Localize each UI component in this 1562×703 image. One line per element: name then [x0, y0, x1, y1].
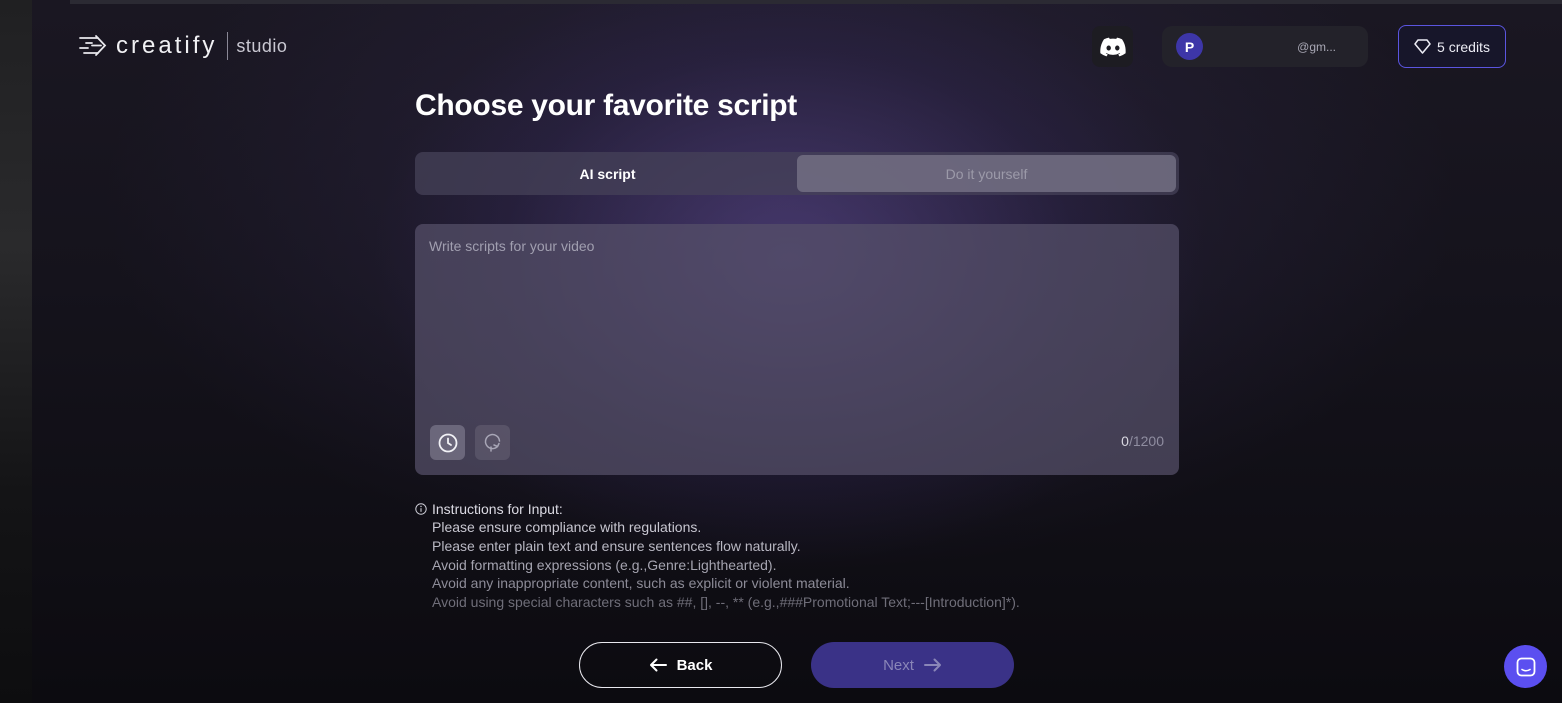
logo[interactable]: creatify studio	[78, 31, 287, 61]
diamond-icon	[1414, 39, 1431, 54]
logo-text: creatify	[116, 32, 218, 59]
script-mode-tabs: AI script Do it yourself	[415, 152, 1179, 195]
discord-icon	[1099, 37, 1126, 56]
instructions-heading-row: Instructions for Input:	[415, 500, 1020, 518]
discord-button[interactable]	[1092, 26, 1133, 67]
info-icon	[415, 503, 427, 515]
input-instructions: Instructions for Input: Please ensure co…	[415, 500, 1020, 612]
instruction-line: Avoid using special characters such as #…	[432, 594, 1020, 611]
back-label: Back	[676, 656, 713, 674]
instruction-line: Please enter plain text and ensure sente…	[432, 537, 801, 554]
arrow-right-icon	[923, 658, 941, 672]
next-label: Next	[883, 656, 914, 674]
credits-label: 5 credits	[1437, 38, 1490, 55]
top-divider	[70, 0, 1562, 4]
logo-separator	[227, 32, 229, 60]
script-editor	[415, 224, 1179, 475]
tab-do-it-yourself[interactable]: Do it yourself	[797, 155, 1176, 192]
instruction-line: Avoid any inappropriate content, such as…	[432, 575, 850, 592]
instruction-line: Please ensure compliance with regulation…	[432, 519, 702, 535]
avatar: P	[1176, 33, 1203, 60]
next-button[interactable]: Next	[811, 642, 1014, 688]
chat-icon	[1516, 657, 1535, 676]
creatify-logo-icon	[79, 35, 107, 56]
arrow-left-icon	[649, 658, 667, 672]
script-input[interactable]	[429, 238, 1165, 418]
character-count: 0	[1121, 433, 1129, 449]
refresh-icon	[484, 433, 500, 452]
tab-ai-script[interactable]: AI script	[418, 155, 797, 192]
support-chat-button[interactable]	[1504, 645, 1547, 688]
logo-studio-label: studio	[236, 35, 288, 56]
history-icon	[438, 433, 457, 452]
instructions-heading: Instructions for Input:	[432, 501, 563, 517]
credits-button[interactable]: 5 credits	[1398, 25, 1506, 68]
background-strip	[0, 0, 32, 703]
page: creatify studio P @gm... 5 credits Choos…	[0, 0, 1562, 703]
page-title: Choose your favorite script	[415, 89, 797, 122]
character-counter: 0/1200	[1121, 433, 1164, 449]
instruction-line: Avoid formatting expressions (e.g.,Genre…	[432, 556, 777, 573]
character-limit: /1200	[1128, 433, 1164, 449]
history-button[interactable]	[430, 425, 465, 460]
user-email: @gm...	[1297, 39, 1336, 54]
user-menu[interactable]: P @gm...	[1162, 26, 1368, 67]
back-button[interactable]: Back	[579, 642, 782, 688]
rewrite-button[interactable]	[475, 425, 510, 460]
